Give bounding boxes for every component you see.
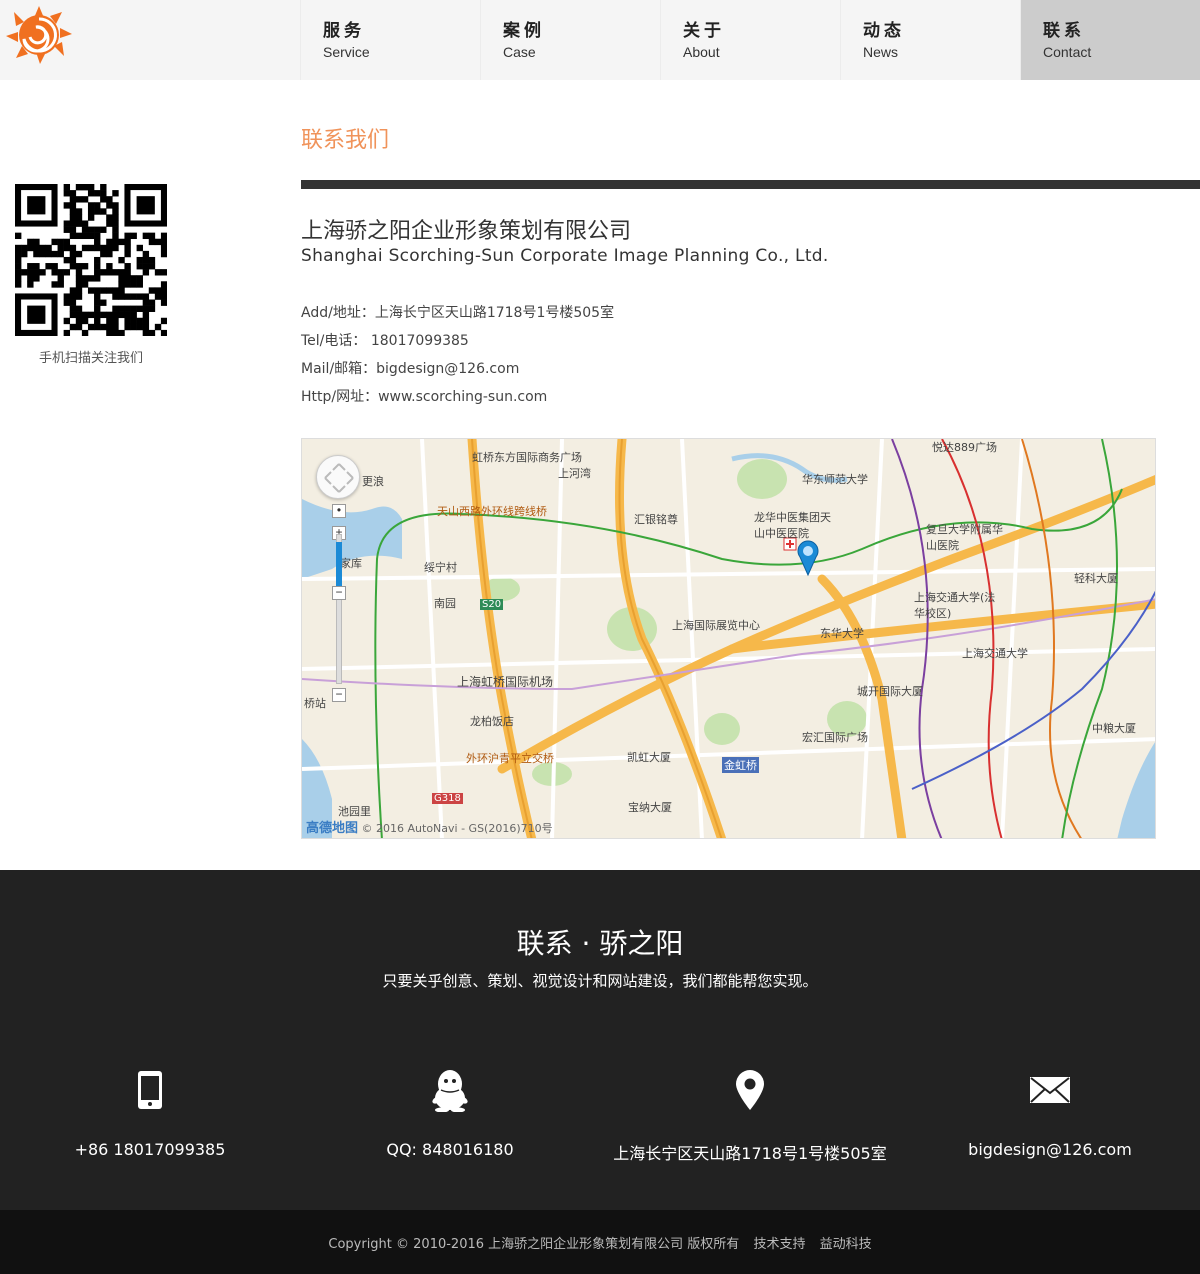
- info-address: Add/地址：上海长宁区天山路1718号1号楼505室: [301, 305, 615, 321]
- sun-logo-icon[interactable]: [4, 4, 74, 66]
- contact-info: Add/地址：上海长宁区天山路1718号1号楼505室 Tel/电话： 1801…: [301, 303, 614, 415]
- footer-title: 联系 · 骄之阳: [516, 927, 684, 960]
- copyright-notice: Copyright © 2010-2016 上海骄之阳企业形象策划有限公司 版权…: [328, 1237, 740, 1252]
- map-label: 南园: [434, 597, 456, 610]
- title-divider: [301, 180, 1200, 189]
- footer-subtitle: 只要关乎创意、策划、视觉设计和网站建设，我们都能帮您实现。: [382, 972, 818, 990]
- copyright-text: Copyright © 2010-2016 上海骄之阳企业形象策划有限公司 版权…: [0, 1233, 1200, 1252]
- map-zoom-handle[interactable]: −: [332, 586, 346, 600]
- company-name-en: Shanghai Scorching-Sun Corporate Image P…: [301, 246, 829, 266]
- map-attribution: 高德地图 © 2016 AutoNavi - GS(2016)710号: [306, 817, 553, 836]
- map-copyright: © 2016 AutoNavi - GS(2016)710号: [361, 822, 553, 835]
- map-zoom-out-button[interactable]: −: [332, 688, 346, 702]
- company-name-cn: 上海骄之阳企业形象策划有限公司: [301, 219, 632, 244]
- nav-about[interactable]: 关于 About: [660, 0, 840, 80]
- info-email[interactable]: Mail/邮箱：bigdesign@126.com: [301, 359, 614, 387]
- map-label: 中粮大厦: [1092, 722, 1136, 735]
- page-title: 联系我们: [301, 128, 390, 153]
- support-link[interactable]: 益动科技: [820, 1237, 872, 1252]
- location-map[interactable]: 虹桥东方国际商务广场 上河湾 悦达889广场 华东师范大学 汇银铭尊 天山西路外…: [301, 438, 1156, 839]
- contact-email-text[interactable]: bigdesign@126.com: [900, 1140, 1200, 1159]
- nav-case[interactable]: 案例 Case: [480, 0, 660, 80]
- map-label: 上海交通大学(法华校区): [914, 591, 996, 620]
- contact-qq: QQ: 848016180: [300, 1068, 600, 1159]
- nav-news[interactable]: 动态 News: [840, 0, 1020, 80]
- contact-address-text: 上海长宁区天山路1718号1号楼505室: [613, 1144, 887, 1163]
- contact-footer: 联系 · 骄之阳 只要关乎创意、策划、视觉设计和网站建设，我们都能帮您实现。 +…: [0, 870, 1200, 1210]
- nav-news-cn: 动态: [863, 21, 905, 41]
- map-label: 外环沪青平立交桥: [466, 752, 554, 765]
- map-zoom-level: [336, 542, 342, 587]
- envelope-icon: [900, 1068, 1200, 1112]
- qr-caption: 手机扫描关注我们: [38, 351, 143, 366]
- contact-qq-text: QQ: 848016180: [386, 1140, 514, 1159]
- nav-contact-cn: 联系: [1043, 21, 1085, 41]
- map-pan-control[interactable]: [316, 455, 360, 499]
- nav-service-cn: 服务: [323, 21, 365, 41]
- map-label: G318: [432, 793, 463, 804]
- contact-address: 上海长宁区天山路1718号1号楼505室: [600, 1068, 900, 1164]
- site-header: 服务 Service 案例 Case 关于 About 动态 News 联系 C…: [0, 0, 1200, 80]
- map-label: 桥站: [304, 697, 326, 710]
- info-website[interactable]: Http/网址：www.scorching-sun.com: [301, 387, 614, 415]
- map-label: 宏汇国际广场: [802, 731, 868, 744]
- mobile-phone-icon: [0, 1068, 300, 1112]
- main-nav: 服务 Service 案例 Case 关于 About 动态 News 联系 C…: [300, 0, 1200, 80]
- support-label: 技术支持: [753, 1237, 806, 1252]
- nav-news-en: News: [863, 44, 899, 60]
- nav-about-en: About: [683, 44, 720, 60]
- map-label: 凯虹大厦: [627, 751, 671, 764]
- map-label: 复旦大学附属华山医院: [926, 523, 1003, 552]
- qr-code-icon: [15, 184, 168, 337]
- map-label: 城开国际大厦: [857, 685, 923, 698]
- map-label: 上海国际展览中心: [672, 619, 760, 632]
- map-locate-icon[interactable]: •: [332, 504, 346, 518]
- contact-phone: +86 18017099385: [0, 1068, 300, 1159]
- map-label: 悦达889广场: [932, 441, 997, 454]
- map-label: 金虹桥: [722, 757, 759, 773]
- nav-contact-en: Contact: [1043, 44, 1092, 60]
- map-label: 上河湾: [558, 467, 591, 480]
- nav-about-cn: 关于: [683, 21, 725, 41]
- nav-service-en: Service: [323, 44, 370, 60]
- map-label: 东华大学: [820, 627, 864, 640]
- map-label: 上海虹桥国际机场: [457, 675, 554, 689]
- info-phone: Tel/电话： 18017099385: [301, 333, 469, 349]
- map-zoom-control: • + − −: [332, 504, 346, 702]
- map-label: 汇银铭尊: [634, 513, 678, 526]
- nav-case-en: Case: [503, 44, 536, 60]
- map-label: 上海交通大学: [962, 647, 1028, 660]
- qq-penguin-icon: [300, 1068, 600, 1112]
- contact-email: bigdesign@126.com: [900, 1068, 1200, 1159]
- nav-case-cn: 案例: [503, 21, 545, 41]
- map-label: 绥宁村: [424, 561, 457, 574]
- map-provider-logo[interactable]: 高德地图: [306, 821, 358, 836]
- map-label: 华东师范大学: [802, 473, 868, 486]
- nav-service[interactable]: 服务 Service: [300, 0, 480, 80]
- map-label: 龙华中医集团天山中医医院: [754, 511, 831, 540]
- map-label: 虹桥东方国际商务广场: [472, 451, 582, 464]
- map-label: 更浪: [362, 475, 384, 488]
- copyright-bar: Copyright © 2010-2016 上海骄之阳企业形象策划有限公司 版权…: [0, 1210, 1200, 1274]
- map-label: 天山西路外环线跨线桥: [437, 505, 547, 518]
- map-canvas: [302, 439, 1155, 838]
- map-label: S20: [480, 599, 504, 610]
- nav-contact[interactable]: 联系 Contact: [1020, 0, 1200, 80]
- map-label: 轻科大厦: [1074, 572, 1118, 585]
- map-label: 宝纳大厦: [628, 801, 672, 814]
- map-pin-icon: [797, 540, 819, 577]
- location-pin-icon: [600, 1068, 900, 1112]
- map-label: 龙柏饭店: [470, 715, 514, 728]
- contact-phone-text: +86 18017099385: [74, 1140, 226, 1159]
